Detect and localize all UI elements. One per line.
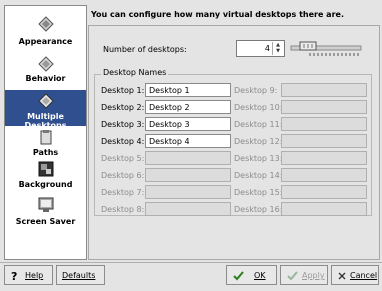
button-bar-separator [0,262,382,263]
checkmark-icon [233,271,244,281]
help-icon: ? [11,270,17,281]
apply-button[interactable]: Apply [280,265,328,285]
desktop-14-input [281,168,367,182]
sidebar-item-label: Background [18,180,73,189]
appearance-icon [38,16,54,32]
desktop-4-label: Desktop 4: [101,137,145,146]
desktop-8-label: Desktop 8: [101,205,145,214]
desktop-5-input [145,151,231,165]
desktop-16-input [281,202,367,216]
desktop-6-input [145,168,231,182]
defaults-button[interactable]: Defaults [56,265,105,285]
page-heading: You can configure how many virtual deskt… [91,10,344,19]
desktop-10-input [281,100,367,114]
ok-label: OK [254,271,266,280]
desktop-12-input [281,134,367,148]
desktop-13-label: Desktop 13: [234,154,283,163]
background-icon [38,161,54,177]
sidebar-item-paths[interactable]: Paths [5,128,86,160]
desktop-11-label: Desktop 11: [234,120,283,129]
desktop-6-label: Desktop 6: [101,171,145,180]
desktop-8-input [145,202,231,216]
sidebar-item-label: Behavior [25,74,66,83]
apply-label: Apply [302,271,325,280]
sidebar-item-background[interactable]: Background [5,160,86,194]
sidebar-item-behavior[interactable]: Behavior [5,54,86,88]
desktop-2-label: Desktop 2: [101,103,145,112]
behavior-icon [38,56,54,72]
desktop-1-label: Desktop 1: [101,86,145,95]
desktop-9-input [281,83,367,97]
cancel-label: Cancel [350,271,378,280]
desktop-7-input [145,185,231,199]
desktop-15-label: Desktop 15: [234,188,283,197]
number-of-desktops-spinbox[interactable]: 4 ▲ ▼ [236,40,285,57]
sidebar-item-screen-saver[interactable]: Screen Saver [5,196,86,230]
cancel-button[interactable]: Cancel [331,265,379,285]
desktop-2-input[interactable]: Desktop 2 [145,100,231,114]
desktop-10-label: Desktop 10: [234,103,283,112]
checkmark-icon [287,271,298,281]
desktop-1-input[interactable]: Desktop 1 [145,83,231,97]
close-icon [338,272,346,280]
desktop-11-input [281,117,367,131]
spin-arrows-icon[interactable]: ▲ ▼ [272,42,283,55]
desktop-13-input [281,151,367,165]
desktop-4-input[interactable]: Desktop 4 [145,134,231,148]
multiple-desktops-icon [38,93,54,109]
defaults-label: Defaults [62,271,96,280]
paths-icon [40,130,52,145]
desktop-names-title: Desktop Names [101,68,169,77]
desktop-14-label: Desktop 14: [234,171,283,180]
desktop-7-label: Desktop 7: [101,188,145,197]
desktop-15-input [281,185,367,199]
number-of-desktops-value: 4 [264,44,270,53]
desktop-5-label: Desktop 5: [101,154,145,163]
desktop-9-label: Desktop 9: [234,86,278,95]
number-of-desktops-slider[interactable] [290,40,362,57]
desktop-3-label: Desktop 3: [101,120,145,129]
sidebar-item-multiple-desktops[interactable]: Multiple Desktops [5,90,86,130]
number-of-desktops-label: Number of desktops: [103,45,187,54]
sidebar-item-label: Appearance [18,37,73,46]
module-sidebar: Appearance Behavior Multiple Desktops Pa… [4,5,87,260]
help-button[interactable]: ? Help [4,265,53,285]
desktop-16-label: Desktop 16: [234,205,283,214]
svg-text:?: ? [11,270,17,281]
ok-button[interactable]: OK [226,265,277,285]
sidebar-item-label: Screen Saver [15,217,76,226]
desktop-3-input[interactable]: Desktop 3 [145,117,231,131]
sidebar-item-label: Paths [32,148,59,157]
screen-saver-icon [38,197,54,212]
sidebar-item-appearance[interactable]: Appearance [5,10,86,50]
help-label: Help [25,271,44,280]
desktop-12-label: Desktop 12: [234,137,283,146]
